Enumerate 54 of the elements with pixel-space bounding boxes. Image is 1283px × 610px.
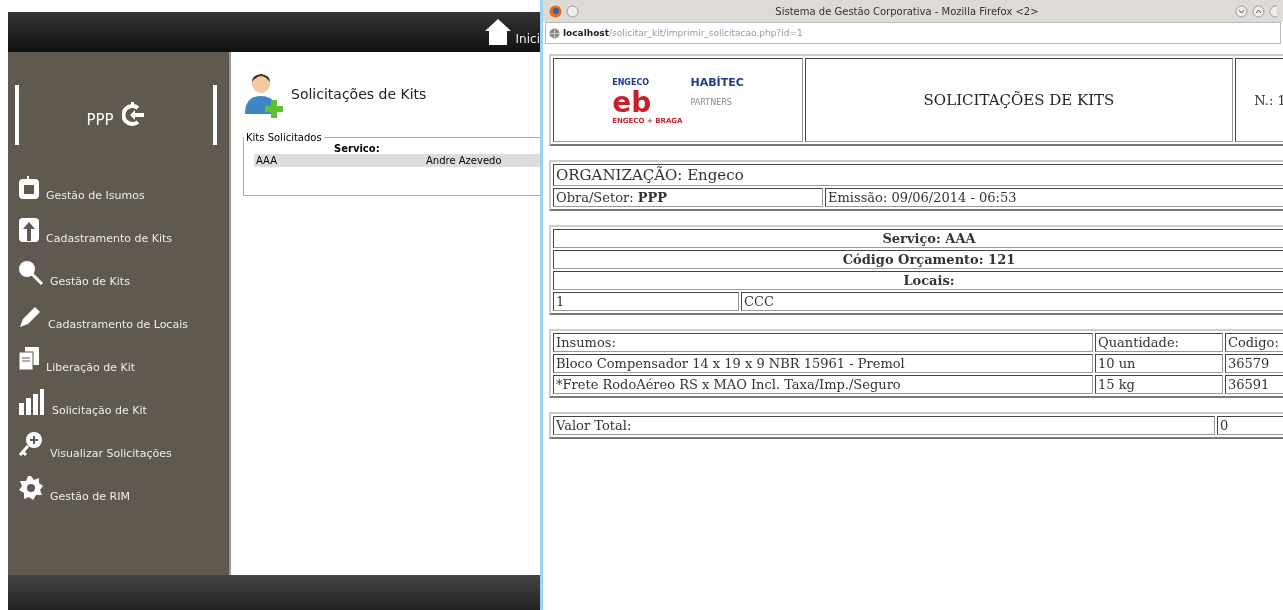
- key-plus-icon: [18, 430, 44, 458]
- maximize-icon[interactable]: [1252, 4, 1265, 18]
- table-cell: Obra/Setor: PPP: [553, 188, 823, 207]
- table-cell: 0: [1217, 416, 1283, 435]
- table-cell: Locais:: [553, 271, 1283, 290]
- table-cell: 15 kg: [1095, 375, 1223, 394]
- sidebar-item[interactable]: Liberação de Kit: [8, 335, 229, 378]
- table-cell: 36579: [1225, 354, 1283, 373]
- logout-icon[interactable]: [121, 102, 146, 128]
- sidebar-item[interactable]: Gestão de Kits: [8, 249, 229, 292]
- search-icon: [18, 260, 44, 286]
- globe-icon: [549, 27, 560, 39]
- column-header: Servico:: [333, 143, 381, 154]
- table-cell: Código Orçamento: 121: [553, 250, 1283, 269]
- pencil-icon: [18, 305, 42, 329]
- table-row[interactable]: AAA Andre Azevedo: [254, 154, 540, 167]
- logo-text: eb: [612, 88, 653, 117]
- clipboard-icon: [18, 176, 40, 200]
- request-number: N.: 1: [1235, 58, 1283, 142]
- panel-legend: Kits Solicitados: [244, 132, 324, 143]
- window-menu-icon[interactable]: [566, 4, 579, 18]
- home-label[interactable]: Inici: [515, 32, 540, 46]
- minimize-icon[interactable]: [1235, 4, 1248, 18]
- organization-cell: ORGANIZAÇÃO: Engeco: [553, 164, 1283, 186]
- column-header: Insumos:: [553, 333, 1093, 352]
- document-heading: SOLICITAÇÕES DE KITS: [805, 58, 1233, 142]
- sidebar-item[interactable]: Gestão de Isumos: [8, 163, 229, 206]
- address-bar[interactable]: localhost/solicitar_kit/imprimir_solicitacao.php?id=1: [545, 22, 1281, 44]
- column-header: Quantidade:: [1095, 333, 1223, 352]
- sidebar-item[interactable]: Cadastramento de Locais: [8, 292, 229, 335]
- table-cell: *Frete RodoAéreo RS x MAO Incl. Taxa/Imp./Seguro: [553, 375, 1093, 394]
- sidebar-title: PPP: [86, 111, 114, 129]
- sidebar-item[interactable]: Solicitação de Kit: [8, 378, 229, 421]
- table-cell: 10 un: [1095, 354, 1223, 373]
- page-title: Solicitações de Kits: [291, 86, 427, 102]
- window-title: Sistema de Gestão Corporativa - Mozilla Firefox <2>: [774, 5, 1040, 17]
- documents-icon: [18, 346, 40, 372]
- table-cell: Serviço: AAA: [553, 229, 1283, 248]
- gear-icon: [18, 475, 44, 501]
- home-icon[interactable]: [483, 18, 512, 46]
- table-cell: 1: [553, 292, 739, 311]
- column-header: Codigo:: [1225, 333, 1283, 352]
- logo-text: ENGECO: [612, 77, 651, 87]
- sidebar-item[interactable]: Visualizar Solicitações: [8, 421, 229, 464]
- table-cell: Bloco Compensador 14 x 19 x 9 NBR 15961 - Premol: [553, 354, 1093, 373]
- table-cell: CCC: [741, 292, 1283, 311]
- table-cell: Valor Total:: [553, 416, 1215, 435]
- table-cell: Emissão: 09/06/2014 - 06:53: [825, 188, 1283, 207]
- logo-text: HABİTEC: [690, 75, 744, 89]
- bar-chart-icon: [18, 389, 46, 415]
- logo-text: PARTNERS: [690, 98, 733, 107]
- sidebar-item[interactable]: Cadastramento de Kits: [8, 206, 229, 249]
- sidebar-item[interactable]: Gestão de RIM: [8, 464, 229, 507]
- table-cell: 36591: [1225, 375, 1283, 394]
